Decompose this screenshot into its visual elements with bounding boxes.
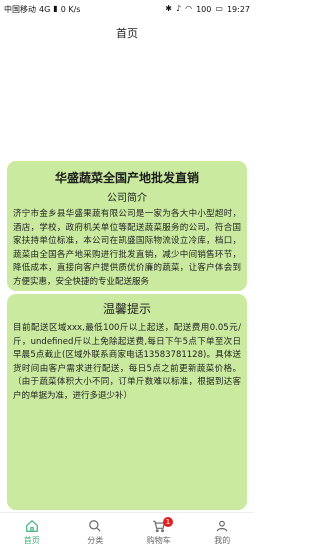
intro-body: 济宁市金乡县华盛果蔬有限公司是一家为各大中小型超时，酒店，学校，政府机关单位等配… — [13, 209, 241, 287]
tab-category-label: 分类 — [87, 535, 104, 545]
time-label: 19:27 — [226, 4, 250, 14]
mute-icon: ♪ — [176, 4, 182, 13]
notice-card: 温馨提示 目前配送区域xxx,最低100斤以上起送，配送费用0.05元/斤，un… — [7, 294, 247, 510]
speed-label: 0 K/s — [60, 4, 81, 14]
bluetooth-icon: ✱ — [165, 4, 172, 13]
intro-title: 华盛蔬菜全国产地批发直销 — [54, 171, 199, 185]
tab-cart-label: 购物车 — [146, 535, 171, 545]
network-label: 4G — [39, 4, 51, 14]
tab-profile[interactable]: 我的 — [191, 513, 255, 551]
tab-profile-label: 我的 — [214, 535, 231, 545]
tab-home[interactable]: 首页 — [0, 513, 64, 551]
intro-subtitle: 公司简介 — [107, 193, 147, 204]
signal-icon: ▮ — [53, 4, 58, 13]
user-icon — [217, 520, 228, 531]
cart-badge: 1 — [163, 517, 173, 527]
battery-label: 100 — [196, 4, 212, 14]
notice-title: 温馨提示 — [102, 302, 151, 316]
status-bar: 中国移动 4G ▮ 0 K/s ✱ ♪ ◠ 100 ▭ 19:27 — [0, 0, 254, 18]
intro-card: 华盛蔬菜全国产地批发直销 公司简介 济宁市金乡县华盛果蔬有限公司是一家为各大中小… — [7, 161, 247, 291]
search-icon — [89, 519, 101, 532]
battery-icon: ▭ — [215, 4, 223, 13]
wifi-icon: ◠ — [185, 4, 193, 13]
tab-bar: 首页 分类 1 购物车 我的 — [0, 512, 254, 551]
tab-category[interactable]: 分类 — [64, 513, 128, 551]
tab-home-label: 首页 — [23, 535, 40, 545]
home-icon — [25, 519, 38, 532]
notice-body: 目前配送区域xxx,最低100斤以上起送，配送费用0.05元/斤，undefin… — [13, 323, 241, 401]
tab-cart[interactable]: 1 购物车 — [127, 513, 191, 551]
carrier-label: 中国移动 — [4, 4, 36, 14]
page-title: 首页 — [116, 27, 138, 40]
